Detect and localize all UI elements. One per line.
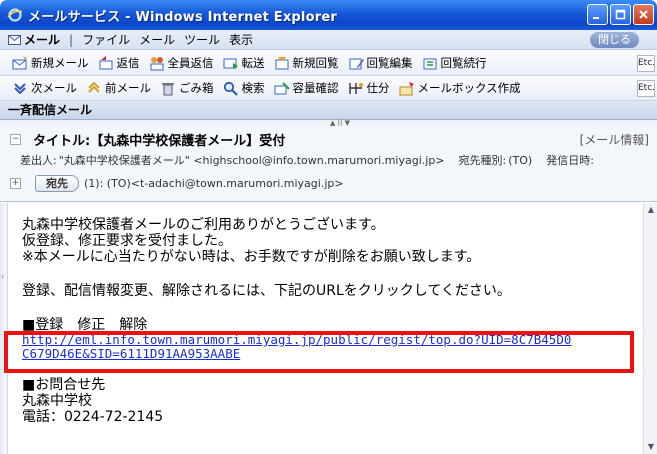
window-title: メールサービス - Windows Internet Explorer xyxy=(28,9,337,25)
reply-all-icon xyxy=(149,55,165,71)
menu-mail-title[interactable]: メール xyxy=(24,31,60,48)
mail-info-link[interactable]: [メール情報] xyxy=(580,131,649,148)
maximize-button[interactable] xyxy=(610,4,631,25)
new-mail-icon xyxy=(12,55,28,71)
continue-circulation-icon xyxy=(422,55,438,71)
minimize-button[interactable] xyxy=(587,4,608,25)
left-pane-toggle[interactable]: › xyxy=(0,203,8,454)
menu-tools[interactable]: ツール xyxy=(184,31,220,48)
from-label: 差出人: xyxy=(20,154,57,167)
close-window-button[interactable] xyxy=(633,4,654,25)
expand-recipients-button[interactable]: + xyxy=(10,177,21,189)
body-line: ※本メールに心当たりがない時は、お手数ですが削除をお願い致します。 xyxy=(22,249,481,265)
contact-phone: 電話：0224-72-2145 xyxy=(22,409,164,425)
create-mailbox-button[interactable]: メールボックス作成 xyxy=(399,80,521,96)
prev-mail-icon xyxy=(86,80,102,96)
toolbar-actions: 新規メール 返信 全員返信 転送 新規回覧 回覧編集 回覧続行 Etc. xyxy=(0,51,657,76)
mail-envelope-icon xyxy=(8,34,21,45)
close-button[interactable]: 閉じる xyxy=(590,32,639,48)
body-instruction: 登録、配信情報変更、解除されるには、下記のURLをクリックしてください。 xyxy=(22,283,511,299)
toolbar2-etc-button[interactable]: Etc. xyxy=(637,80,655,97)
vertical-scrollbar[interactable]: ▲ ▼ xyxy=(643,203,657,454)
reply-all-button[interactable]: 全員返信 xyxy=(149,55,214,71)
window-titlebar[interactable]: メールサービス - Windows Internet Explorer xyxy=(0,0,657,30)
collapse-header-button[interactable]: − xyxy=(10,133,21,145)
recipients-button[interactable]: 宛先 xyxy=(35,174,79,192)
scroll-up-icon[interactable]: ▲ xyxy=(646,205,656,215)
menu-view[interactable]: 表示 xyxy=(229,31,253,48)
sort-button[interactable]: 仕分 xyxy=(348,80,390,96)
menu-mail[interactable]: メール xyxy=(139,31,175,48)
contact-name: 丸森中学校 xyxy=(22,393,92,409)
toolbar-navigation: 次メール 前メール ごみ箱 検索 容量確認 仕分 メールボックス作成 Etc. xyxy=(0,76,657,101)
toolbar1-etc-button[interactable]: Etc. xyxy=(637,55,655,72)
scroll-down-icon[interactable]: ▼ xyxy=(646,442,656,452)
link-highlight-box xyxy=(4,331,634,373)
menu-separator: | xyxy=(69,32,74,47)
message-subject: タイトル:【丸森中学校保護者メール】受付 xyxy=(33,133,286,149)
new-circulation-icon xyxy=(274,55,290,71)
reply-button[interactable]: 返信 xyxy=(98,55,140,71)
search-button[interactable]: 検索 xyxy=(223,80,265,96)
message-header: − タイトル:【丸森中学校保護者メール】受付 [メール情報] 差出人: "丸森中… xyxy=(0,126,657,202)
edit-circulation-icon xyxy=(348,55,364,71)
recipient-type-value: (TO) xyxy=(508,153,533,167)
trash-icon xyxy=(160,80,176,96)
search-icon xyxy=(223,80,239,96)
next-mail-icon xyxy=(12,80,28,96)
reply-icon xyxy=(98,55,114,71)
edit-circulation-button[interactable]: 回覧編集 xyxy=(348,55,413,71)
capacity-icon xyxy=(274,80,290,96)
new-mail-button[interactable]: 新規メール xyxy=(12,55,89,71)
ie-icon xyxy=(6,6,24,24)
trash-button[interactable]: ごみ箱 xyxy=(160,80,214,96)
menu-bar: メール | ファイル メール ツール 表示 閉じる xyxy=(0,30,657,50)
contact-heading: ■お問合せ先 xyxy=(22,377,106,393)
from-value: "丸森中学校保護者メール" <highschool@info.town.maru… xyxy=(58,154,445,167)
message-body-pane: › 丸森中学校保護者メールのご利用ありがとうございます。 仮登録、修正要求を受付… xyxy=(0,203,657,454)
sort-icon xyxy=(348,80,364,96)
expand-left-icon: › xyxy=(1,272,5,281)
recipient-type-label: 宛先種別: xyxy=(458,154,507,167)
section-title: 一斉配信メール xyxy=(0,101,657,120)
menu-file[interactable]: ファイル xyxy=(82,31,130,48)
body-line: 仮登録、修正要求を受付ました。 xyxy=(22,233,232,249)
forward-button[interactable]: 転送 xyxy=(223,55,265,71)
continue-circulation-button[interactable]: 回覧続行 xyxy=(422,55,487,71)
next-mail-button[interactable]: 次メール xyxy=(12,80,77,96)
sent-datetime-label: 発信日時: xyxy=(546,154,594,167)
capacity-check-button[interactable]: 容量確認 xyxy=(274,80,339,96)
message-body: 丸森中学校保護者メールのご利用ありがとうございます。 仮登録、修正要求を受付まし… xyxy=(22,217,571,425)
create-mailbox-icon xyxy=(399,80,415,96)
prev-mail-button[interactable]: 前メール xyxy=(86,80,151,96)
recipients-value: (1): (TO)<t-adachi@town.marumori.miyagi.… xyxy=(84,176,344,190)
forward-icon xyxy=(223,55,239,71)
body-line: 丸森中学校保護者メールのご利用ありがとうございます。 xyxy=(22,217,385,233)
new-circulation-button[interactable]: 新規回覧 xyxy=(274,55,339,71)
